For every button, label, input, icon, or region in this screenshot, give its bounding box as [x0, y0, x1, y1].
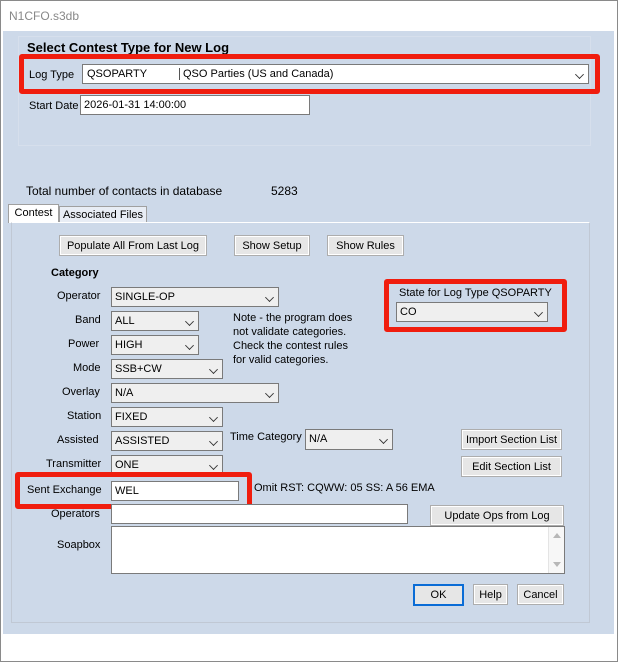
- band-value: ALL: [115, 315, 135, 327]
- time-category-select[interactable]: N/A: [305, 429, 393, 450]
- category-title: Category: [51, 267, 99, 279]
- chevron-down-icon: [379, 435, 388, 444]
- power-value: HIGH: [115, 339, 143, 351]
- mode-value: SSB+CW: [115, 363, 162, 375]
- update-ops-button[interactable]: Update Ops from Log: [430, 505, 564, 526]
- transmitter-value: ONE: [115, 459, 139, 471]
- soapbox-scrollbar[interactable]: [548, 527, 564, 573]
- chevron-down-icon: [209, 461, 218, 470]
- tab-contest[interactable]: Contest: [8, 204, 59, 223]
- chevron-down-icon: [265, 389, 274, 398]
- overlay-value: N/A: [115, 387, 134, 399]
- sent-exchange-hint: Omit RST: CQWW: 05 SS: A 56 EMA: [254, 482, 435, 494]
- start-date-input[interactable]: 2026-01-31 14:00:00: [80, 95, 310, 115]
- mode-select[interactable]: SSB+CW: [111, 359, 223, 379]
- station-label: Station: [67, 410, 102, 422]
- assisted-value: ASSISTED: [115, 435, 170, 447]
- populate-all-button[interactable]: Populate All From Last Log: [59, 235, 207, 256]
- overlay-select[interactable]: N/A: [111, 383, 279, 403]
- dialog-window: N1CFO.s3db Select Contest Type for New L…: [0, 0, 618, 662]
- note-line: Note - the program does: [233, 312, 353, 324]
- operators-label: Operators: [51, 508, 100, 520]
- ok-button[interactable]: OK: [413, 584, 464, 606]
- station-value: FIXED: [115, 411, 148, 423]
- chevron-down-icon: [185, 341, 194, 350]
- operator-value: SINGLE-OP: [115, 291, 175, 303]
- sent-exchange-label: Sent Exchange: [27, 484, 102, 496]
- page-title: Select Contest Type for New Log: [27, 40, 230, 55]
- title-bar: N1CFO.s3db: [1, 1, 617, 31]
- overlay-label: Overlay: [62, 386, 100, 398]
- log-type-code: QSOPARTY: [87, 68, 148, 80]
- power-label: Power: [68, 338, 100, 350]
- show-setup-button[interactable]: Show Setup: [234, 235, 310, 256]
- state-label: State for Log Type QSOPARTY: [399, 287, 552, 299]
- total-contacts-label: Total number of contacts in database: [26, 184, 223, 198]
- time-category-value: N/A: [309, 433, 328, 445]
- show-rules-button[interactable]: Show Rules: [327, 235, 404, 256]
- log-type-description: QSO Parties (US and Canada): [183, 68, 334, 80]
- soapbox-textarea[interactable]: [111, 526, 565, 574]
- start-date-label: Start Date: [29, 100, 79, 112]
- operator-label: Operator: [57, 290, 101, 302]
- station-select[interactable]: FIXED: [111, 407, 223, 427]
- log-type-separator: [179, 68, 180, 80]
- cancel-button[interactable]: Cancel: [517, 584, 564, 605]
- note-line: Check the contest rules: [233, 340, 348, 352]
- operators-input[interactable]: [111, 504, 408, 524]
- transmitter-label: Transmitter: [46, 458, 102, 470]
- category-note: Note - the program does not validate cat…: [233, 311, 352, 367]
- state-value: CO: [400, 306, 417, 318]
- sent-exchange-input[interactable]: WEL: [111, 481, 239, 501]
- operator-select[interactable]: SINGLE-OP: [111, 287, 279, 307]
- assisted-label: Assisted: [57, 434, 99, 446]
- import-section-list-button[interactable]: Import Section List: [461, 429, 562, 450]
- tab-contest-label: Contest: [14, 207, 53, 219]
- chevron-down-icon: [534, 308, 543, 317]
- soapbox-label: Soapbox: [57, 539, 101, 551]
- power-select[interactable]: HIGH: [111, 335, 199, 355]
- chevron-down-icon: [209, 413, 218, 422]
- chevron-down-icon: [265, 293, 274, 302]
- chevron-down-icon: [185, 317, 194, 326]
- transmitter-select[interactable]: ONE: [111, 455, 223, 475]
- window-title: N1CFO.s3db: [9, 9, 80, 23]
- scroll-up-icon[interactable]: [553, 533, 561, 538]
- edit-section-list-button[interactable]: Edit Section List: [461, 456, 562, 477]
- note-line: for valid categories.: [233, 354, 329, 366]
- time-category-label: Time Category: [230, 431, 302, 443]
- tab-associated-files-label: Associated Files: [62, 209, 144, 221]
- state-select[interactable]: CO: [396, 302, 548, 322]
- assisted-select[interactable]: ASSISTED: [111, 431, 223, 451]
- chevron-down-icon: [209, 365, 218, 374]
- chevron-down-icon: [575, 70, 584, 79]
- total-contacts-value: 5283: [271, 184, 298, 198]
- band-select[interactable]: ALL: [111, 311, 199, 331]
- note-line: not validate categories.: [233, 326, 347, 338]
- log-type-label: Log Type: [29, 69, 75, 81]
- mode-label: Mode: [73, 362, 101, 374]
- chevron-down-icon: [209, 437, 218, 446]
- log-type-select[interactable]: QSOPARTY QSO Parties (US and Canada): [82, 64, 589, 84]
- help-button[interactable]: Help: [473, 584, 508, 605]
- scroll-down-icon[interactable]: [553, 562, 561, 567]
- tab-associated-files[interactable]: Associated Files: [59, 206, 147, 223]
- band-label: Band: [75, 314, 101, 326]
- dialog-client-area: Select Contest Type for New Log Log Type…: [3, 31, 614, 634]
